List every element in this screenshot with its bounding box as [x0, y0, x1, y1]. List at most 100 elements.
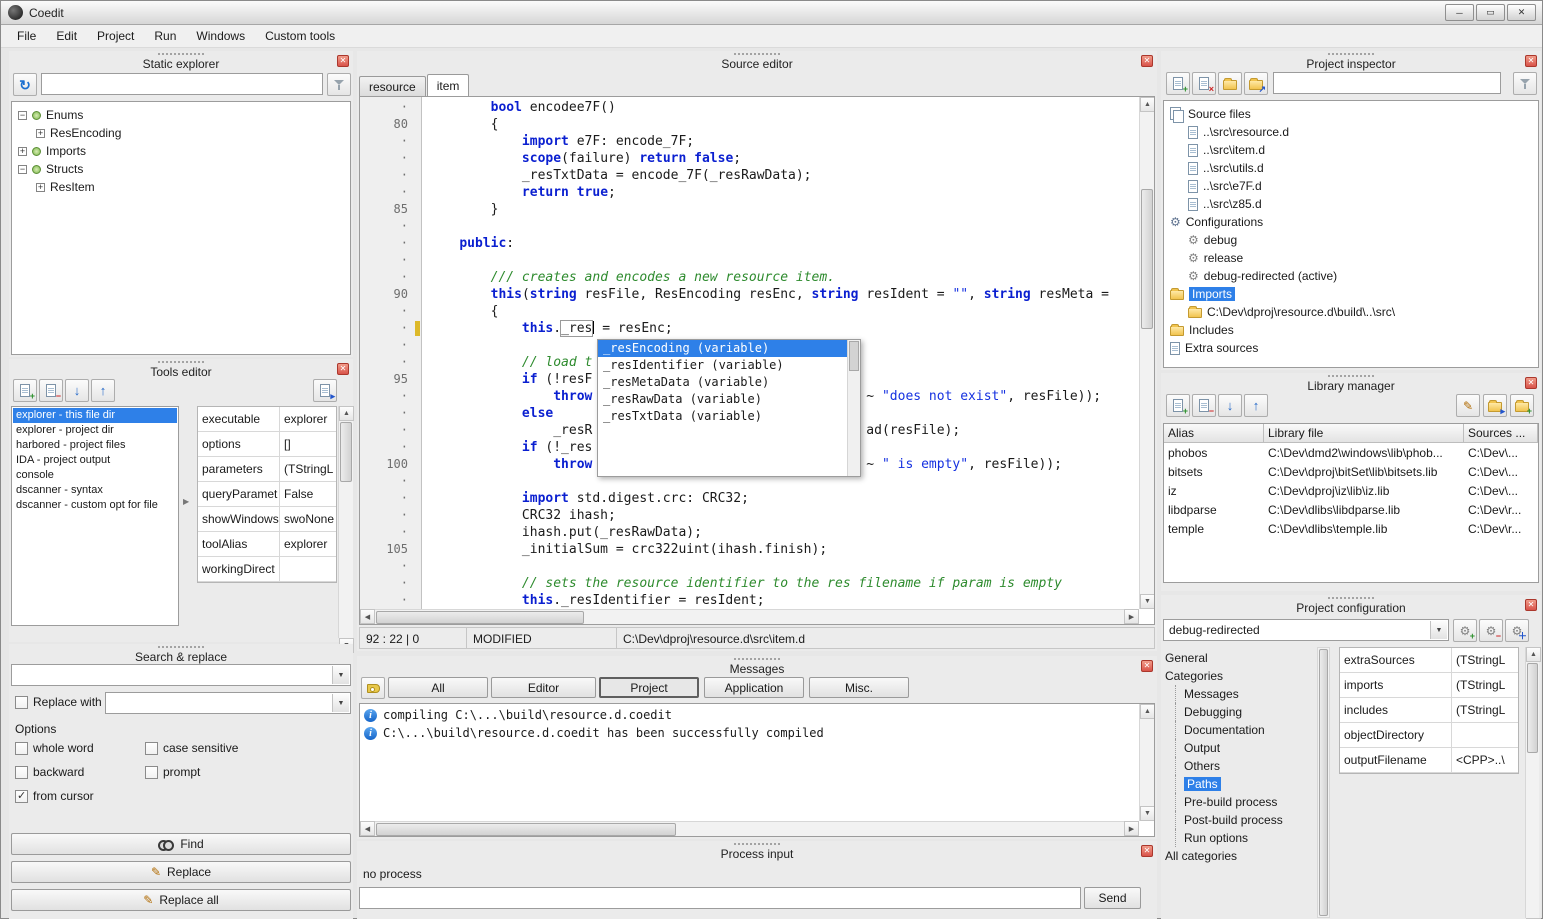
library-row-bitsets[interactable]: bitsetsC:\Dev\dproj\bitSet\lib\bitsets.l…: [1164, 462, 1538, 481]
panel-close-button[interactable]: [1525, 55, 1537, 67]
tree-node-imports[interactable]: +Imports: [14, 142, 348, 160]
tool-item-explorer-this-file-dir[interactable]: explorer - this file dir: [13, 408, 177, 423]
panel-grip[interactable]: [734, 658, 780, 660]
inspector-node-configurations[interactable]: Configurations: [1168, 213, 1534, 231]
configuration-scrollbar[interactable]: ▲ ▼: [1525, 647, 1539, 918]
option-backward[interactable]: backward: [15, 765, 84, 779]
code-line-82[interactable]: · scope(failure) return false;: [360, 150, 1139, 167]
menu-item-project[interactable]: Project: [87, 26, 144, 46]
maximize-button[interactable]: ▭: [1476, 4, 1505, 21]
panel-header[interactable]: Tools editor: [9, 359, 353, 379]
filter-all-button[interactable]: All: [388, 677, 488, 698]
replace-with-option[interactable]: Replace with: [15, 695, 102, 709]
remove-source-button[interactable]: ×: [1192, 72, 1216, 95]
tool-item-dscanner-custom-opt-for-file[interactable]: dscanner - custom opt for file: [13, 498, 177, 513]
tool-item-console[interactable]: console: [13, 468, 177, 483]
property-name[interactable]: outputFilename: [1340, 748, 1452, 772]
property-value[interactable]: [1452, 723, 1518, 747]
expand-icon[interactable]: +: [36, 183, 45, 192]
splitter-arrow-icon[interactable]: ▶: [183, 497, 189, 506]
property-name[interactable]: workingDirect: [198, 557, 280, 581]
replace-term-combobox[interactable]: [105, 692, 351, 714]
property-name[interactable]: toolAlias: [198, 532, 280, 556]
checkbox[interactable]: [15, 790, 28, 803]
panel-close-button[interactable]: [1525, 377, 1537, 389]
tree-node-resitem[interactable]: +ResItem: [14, 178, 348, 196]
code-line-89[interactable]: · /// creates and encodes a new resource…: [360, 269, 1139, 286]
menu-item-custom-tools[interactable]: Custom tools: [255, 26, 345, 46]
panel-header[interactable]: Messages: [357, 656, 1157, 676]
code-line-79[interactable]: · bool encodee7F(): [360, 99, 1139, 116]
code-line-88[interactable]: ·: [360, 252, 1139, 269]
send-button[interactable]: Send: [1084, 887, 1141, 909]
property-value[interactable]: (TStringL: [280, 457, 336, 481]
message-row[interactable]: icompiling C:\...\build\resource.d.coedi…: [360, 706, 1139, 724]
category-others[interactable]: Others: [1175, 757, 1315, 775]
completion-item-residentifier[interactable]: _resIdentifier (variable): [598, 357, 847, 374]
property-name[interactable]: options: [198, 432, 280, 456]
scroll-down-arrow[interactable]: ▼: [1140, 594, 1155, 609]
scroll-down-arrow[interactable]: ▼: [1140, 806, 1155, 821]
checkbox[interactable]: [15, 742, 28, 755]
clone-configuration-button[interactable]: ＋: [1505, 619, 1529, 642]
category-general[interactable]: General: [1165, 649, 1315, 667]
inspector-node-src-utils-d[interactable]: ..\src\utils.d: [1168, 159, 1534, 177]
inspector-node-src-z85-d[interactable]: ..\src\z85.d: [1168, 195, 1534, 213]
scrollbar-thumb[interactable]: [376, 611, 584, 624]
editor-horizontal-scrollbar[interactable]: ◀ ▶: [360, 609, 1139, 624]
dropdown-arrow-icon[interactable]: [1430, 621, 1447, 639]
tab-item[interactable]: item: [427, 74, 470, 96]
inspector-node-includes[interactable]: Includes: [1168, 321, 1534, 339]
option-whole-word[interactable]: whole word: [15, 741, 94, 755]
code-line-86[interactable]: ·: [360, 218, 1139, 235]
option-from-cursor[interactable]: from cursor: [15, 789, 94, 803]
message-row[interactable]: iC:\...\build\resource.d.coedit has been…: [360, 724, 1139, 742]
replace-with-checkbox[interactable]: [15, 696, 28, 709]
panel-grip[interactable]: [734, 843, 780, 845]
code-editor[interactable]: · bool encodee7F()80 {· import e7F: enco…: [359, 96, 1155, 625]
panel-grip[interactable]: [1328, 597, 1374, 599]
code-line-85[interactable]: 85 }: [360, 201, 1139, 218]
filter-project-button[interactable]: Project: [599, 677, 699, 698]
remove-configuration-button[interactable]: −: [1479, 619, 1503, 642]
checkbox[interactable]: [145, 766, 158, 779]
library-row-iz[interactable]: izC:\Dev\dproj\iz\lib\iz.libC:\Dev\...: [1164, 481, 1538, 500]
scroll-left-arrow[interactable]: ◀: [360, 821, 375, 836]
property-name[interactable]: objectDirectory: [1340, 723, 1452, 747]
scrollbar-thumb[interactable]: [376, 823, 676, 836]
code-line-104[interactable]: · ihash.put(_resRawData);: [360, 524, 1139, 541]
expand-icon[interactable]: +: [36, 129, 45, 138]
inspector-node-src-e7f-d[interactable]: ..\src\e7F.d: [1168, 177, 1534, 195]
inspector-node-extra-sources[interactable]: Extra sources: [1168, 339, 1534, 357]
edit-library-button[interactable]: ✎: [1456, 394, 1480, 417]
add-folder-button[interactable]: [1218, 72, 1242, 95]
title-bar[interactable]: Coedit ─ ▭ ✕: [1, 1, 1542, 25]
property-name[interactable]: imports: [1340, 673, 1452, 697]
category-all-categories[interactable]: All categories: [1165, 847, 1315, 865]
code-line-106[interactable]: ·: [360, 558, 1139, 575]
completion-item-restxtdata[interactable]: _resTxtData (variable): [598, 408, 847, 425]
dropdown-arrow-icon[interactable]: [332, 694, 349, 712]
panel-grip[interactable]: [158, 53, 204, 55]
search-term-combobox[interactable]: [11, 664, 351, 686]
panel-header[interactable]: Library manager: [1161, 373, 1541, 393]
scroll-right-arrow[interactable]: ▶: [1124, 609, 1139, 624]
panel-grip[interactable]: [1328, 375, 1374, 377]
dropdown-arrow-icon[interactable]: [332, 666, 349, 684]
panel-close-button[interactable]: [1525, 599, 1537, 611]
expand-icon[interactable]: +: [18, 147, 27, 156]
property-name[interactable]: extraSources: [1340, 648, 1452, 672]
remove-tool-button[interactable]: −: [39, 379, 63, 402]
replace-button[interactable]: ✎ Replace: [11, 861, 351, 883]
category-run-options[interactable]: Run options: [1175, 829, 1315, 847]
inspector-node-src-item-d[interactable]: ..\src\item.d: [1168, 141, 1534, 159]
property-value[interactable]: explorer: [280, 407, 336, 431]
library-from-file-button[interactable]: ▸: [1483, 394, 1507, 417]
category-messages[interactable]: Messages: [1175, 685, 1315, 703]
scroll-right-arrow[interactable]: ▶: [1124, 821, 1139, 836]
execute-tool-button[interactable]: ▸: [313, 379, 337, 402]
refresh-button[interactable]: ↻: [13, 73, 37, 96]
completion-item-resrawdata[interactable]: _resRawData (variable): [598, 391, 847, 408]
scroll-left-arrow[interactable]: ◀: [360, 609, 375, 624]
filter-application-button[interactable]: Application: [704, 677, 804, 698]
